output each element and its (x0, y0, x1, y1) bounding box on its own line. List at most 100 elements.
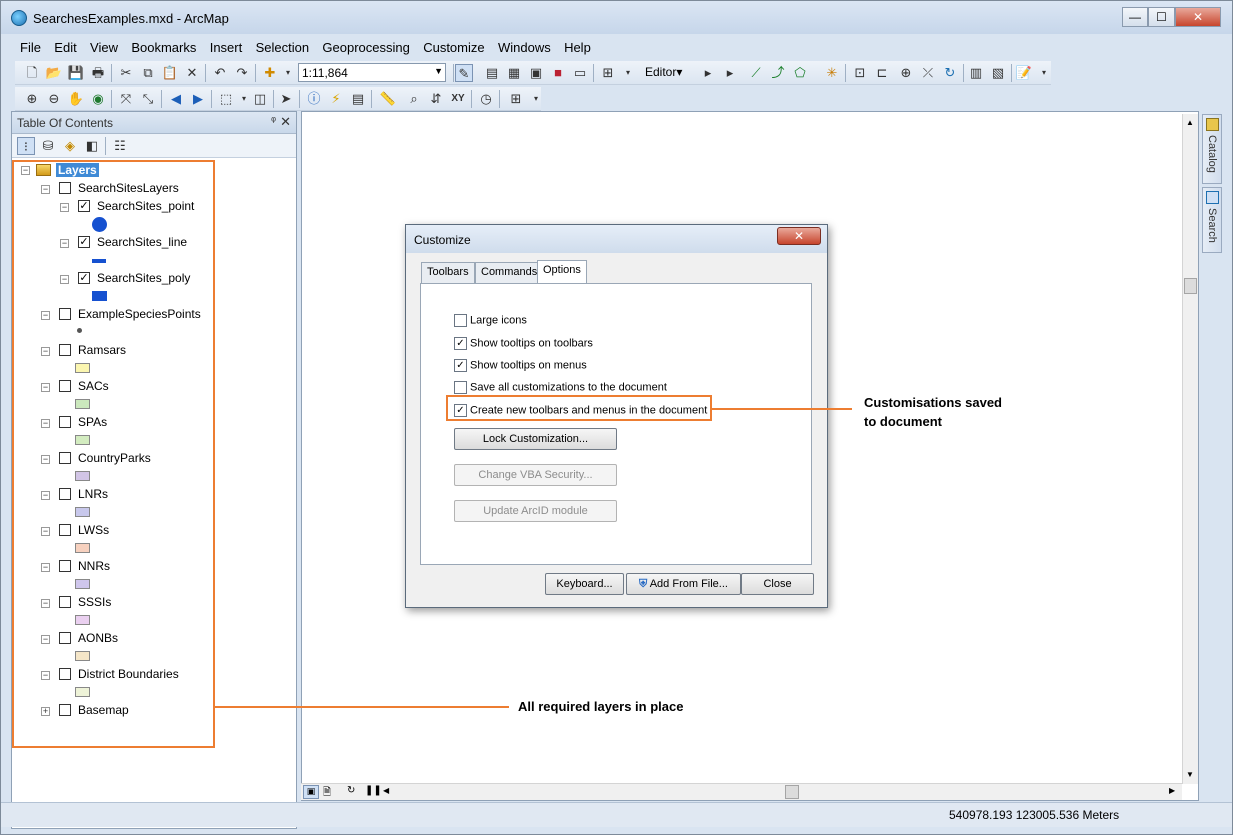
fixed-zoom-in-icon[interactable]: ⤧ (117, 90, 135, 108)
toolbar-overflow-icon[interactable]: ▾ (619, 64, 637, 82)
select-features-icon[interactable]: ⬚ (217, 90, 235, 108)
time-slider-icon[interactable]: ◷ (477, 90, 495, 108)
data-view-icon[interactable]: ▣ (303, 785, 319, 799)
menu-bookmarks[interactable]: Bookmarks (126, 37, 201, 58)
add-data-icon[interactable]: ✚ (261, 64, 279, 82)
update-arcid-module-button[interactable]: Update ArcID module (454, 500, 617, 522)
table-of-contents-icon[interactable]: ▤ (483, 64, 501, 82)
fixed-zoom-out-icon[interactable]: ⤡ (139, 90, 157, 108)
close-icon[interactable]: ✕ (280, 114, 291, 130)
scroll-left-icon[interactable]: ◀ (383, 786, 389, 795)
option-tooltips-toolbars[interactable]: ✓ Show tooltips on toolbars (454, 337, 593, 350)
list-by-source-icon[interactable]: ⛁ (39, 137, 57, 155)
copy-icon[interactable]: ⧉ (139, 64, 157, 82)
vertical-scroll-thumb[interactable] (1184, 278, 1197, 294)
create-features-icon[interactable]: 📝 (1015, 64, 1033, 82)
edit-vertices-icon[interactable]: ⊡ (851, 64, 869, 82)
menu-view[interactable]: View (85, 37, 123, 58)
tab-options[interactable]: Options (537, 260, 587, 284)
menu-windows[interactable]: Windows (493, 37, 556, 58)
find-binoculars-icon[interactable]: ⌕ (405, 90, 423, 108)
find-route-icon[interactable]: ⇵ (427, 90, 445, 108)
straight-segment-icon[interactable]: ⟋ (747, 64, 765, 82)
change-vba-security-button[interactable]: Change VBA Security... (454, 464, 617, 486)
horizontal-scroll-thumb[interactable] (785, 785, 799, 799)
chevron-down-icon[interactable]: ▼ (434, 66, 443, 76)
split-tool-icon[interactable]: ✳ (823, 64, 841, 82)
clear-selection-icon[interactable]: ◫ (251, 90, 269, 108)
scroll-right-icon[interactable]: ▶ (1169, 786, 1175, 795)
list-by-visibility-icon[interactable]: ◈ (61, 137, 79, 155)
undo-icon[interactable]: ↶ (211, 64, 229, 82)
editor-toolbar-icon[interactable]: ✎ (455, 64, 473, 82)
trace-icon[interactable]: ⤴ (769, 64, 787, 82)
minimize-button[interactable]: — (1122, 7, 1148, 27)
refresh-icon[interactable]: ↻ (347, 785, 355, 796)
pin-icon[interactable]: ᵠ (271, 115, 276, 127)
sketch-properties-icon[interactable]: ▧ (989, 64, 1007, 82)
layout-view-icon[interactable]: 🗎 (323, 785, 331, 802)
tab-commands[interactable]: Commands (475, 262, 544, 283)
save-icon[interactable]: 💾 (67, 64, 85, 82)
toolbar-overflow-icon[interactable]: ▾ (527, 90, 545, 108)
new-document-icon[interactable]: 🗋 (23, 64, 41, 82)
list-by-selection-icon[interactable]: ◧ (83, 137, 101, 155)
back-arrow-icon[interactable]: ◀ (167, 90, 185, 108)
pause-drawing-icon[interactable]: ❚❚ (365, 785, 382, 796)
menu-selection[interactable]: Selection (251, 37, 314, 58)
hyperlink-lightning-icon[interactable]: ⚡ (327, 90, 345, 108)
dialog-close-button[interactable]: ✕ (777, 227, 821, 245)
large-icons-checkbox[interactable] (454, 314, 467, 327)
add-from-file-button[interactable]: ⛨ Add From File... (626, 573, 741, 595)
forward-arrow-icon[interactable]: ▶ (189, 90, 207, 108)
toolbar-overflow-icon[interactable]: ▾ (1035, 64, 1053, 82)
paste-icon[interactable]: 📋 (161, 64, 179, 82)
tab-toolbars[interactable]: Toolbars (421, 262, 475, 283)
scroll-up-icon[interactable]: ▲ (1186, 118, 1194, 127)
options-icon[interactable]: ☷ (111, 137, 129, 155)
scroll-down-icon[interactable]: ▼ (1186, 770, 1194, 779)
cut-polygons-icon[interactable]: ⊕ (897, 64, 915, 82)
arctoolbox-icon[interactable]: ■ (549, 64, 567, 82)
menu-insert[interactable]: Insert (205, 37, 248, 58)
menu-geoprocessing[interactable]: Geoprocessing (317, 37, 414, 58)
redo-icon[interactable]: ↷ (233, 64, 251, 82)
option-tooltips-menus[interactable]: ✓ Show tooltips on menus (454, 359, 587, 372)
zoom-in-icon[interactable]: ⊕ (23, 90, 41, 108)
option-save-customizations[interactable]: Save all customizations to the document (454, 381, 667, 394)
measure-ruler-icon[interactable]: 📏 (379, 90, 397, 108)
identify-icon[interactable]: ⓘ (305, 90, 323, 108)
split-line-icon[interactable]: ⤫ (919, 64, 937, 82)
full-extent-globe-icon[interactable]: ◉ (89, 90, 107, 108)
option-large-icons[interactable]: Large icons (454, 314, 527, 327)
polygon-edit-icon[interactable]: ⬠ (791, 64, 809, 82)
cut-icon[interactable]: ✂ (117, 64, 135, 82)
attributes-icon[interactable]: ▥ (967, 64, 985, 82)
add-data-dropdown-icon[interactable]: ▾ (279, 64, 297, 82)
python-window-icon[interactable]: ▭ (571, 64, 589, 82)
delete-icon[interactable]: ✕ (183, 64, 201, 82)
zoom-out-icon[interactable]: ⊖ (45, 90, 63, 108)
menu-help[interactable]: Help (559, 37, 596, 58)
editor-menu[interactable]: Editor▾ (645, 65, 682, 79)
map-scale-input[interactable]: 1:11,864 ▼ (298, 63, 446, 82)
tooltips-menus-checkbox[interactable]: ✓ (454, 359, 467, 372)
list-by-drawing-order-icon[interactable]: ⁝ (17, 137, 35, 155)
model-builder-icon[interactable]: ⊞ (599, 64, 617, 82)
magnifier-window-icon[interactable]: ⊞ (507, 90, 525, 108)
menu-file[interactable]: File (15, 37, 46, 58)
horizontal-scrollbar[interactable]: ▣ 🗎 ↻ ❚❚ ◀ ▶ (301, 783, 1182, 800)
lock-customization-button[interactable]: Lock Customization... (454, 428, 617, 450)
edit-tool-icon[interactable]: ▸ (699, 64, 717, 82)
catalog-window-icon[interactable]: ▦ (505, 64, 523, 82)
dialog-close-footer-button[interactable]: Close (741, 573, 814, 595)
search-window-icon[interactable]: ▣ (527, 64, 545, 82)
menu-edit[interactable]: Edit (49, 37, 81, 58)
open-folder-icon[interactable]: 📂 (45, 64, 63, 82)
edit-annotation-icon[interactable]: ▸ (721, 64, 739, 82)
pan-hand-icon[interactable]: ✋ (67, 90, 85, 108)
tooltips-toolbars-checkbox[interactable]: ✓ (454, 337, 467, 350)
close-window-button[interactable]: ✕ (1175, 7, 1221, 27)
catalog-side-tab[interactable]: Catalog (1202, 114, 1222, 184)
save-customizations-checkbox[interactable] (454, 381, 467, 394)
